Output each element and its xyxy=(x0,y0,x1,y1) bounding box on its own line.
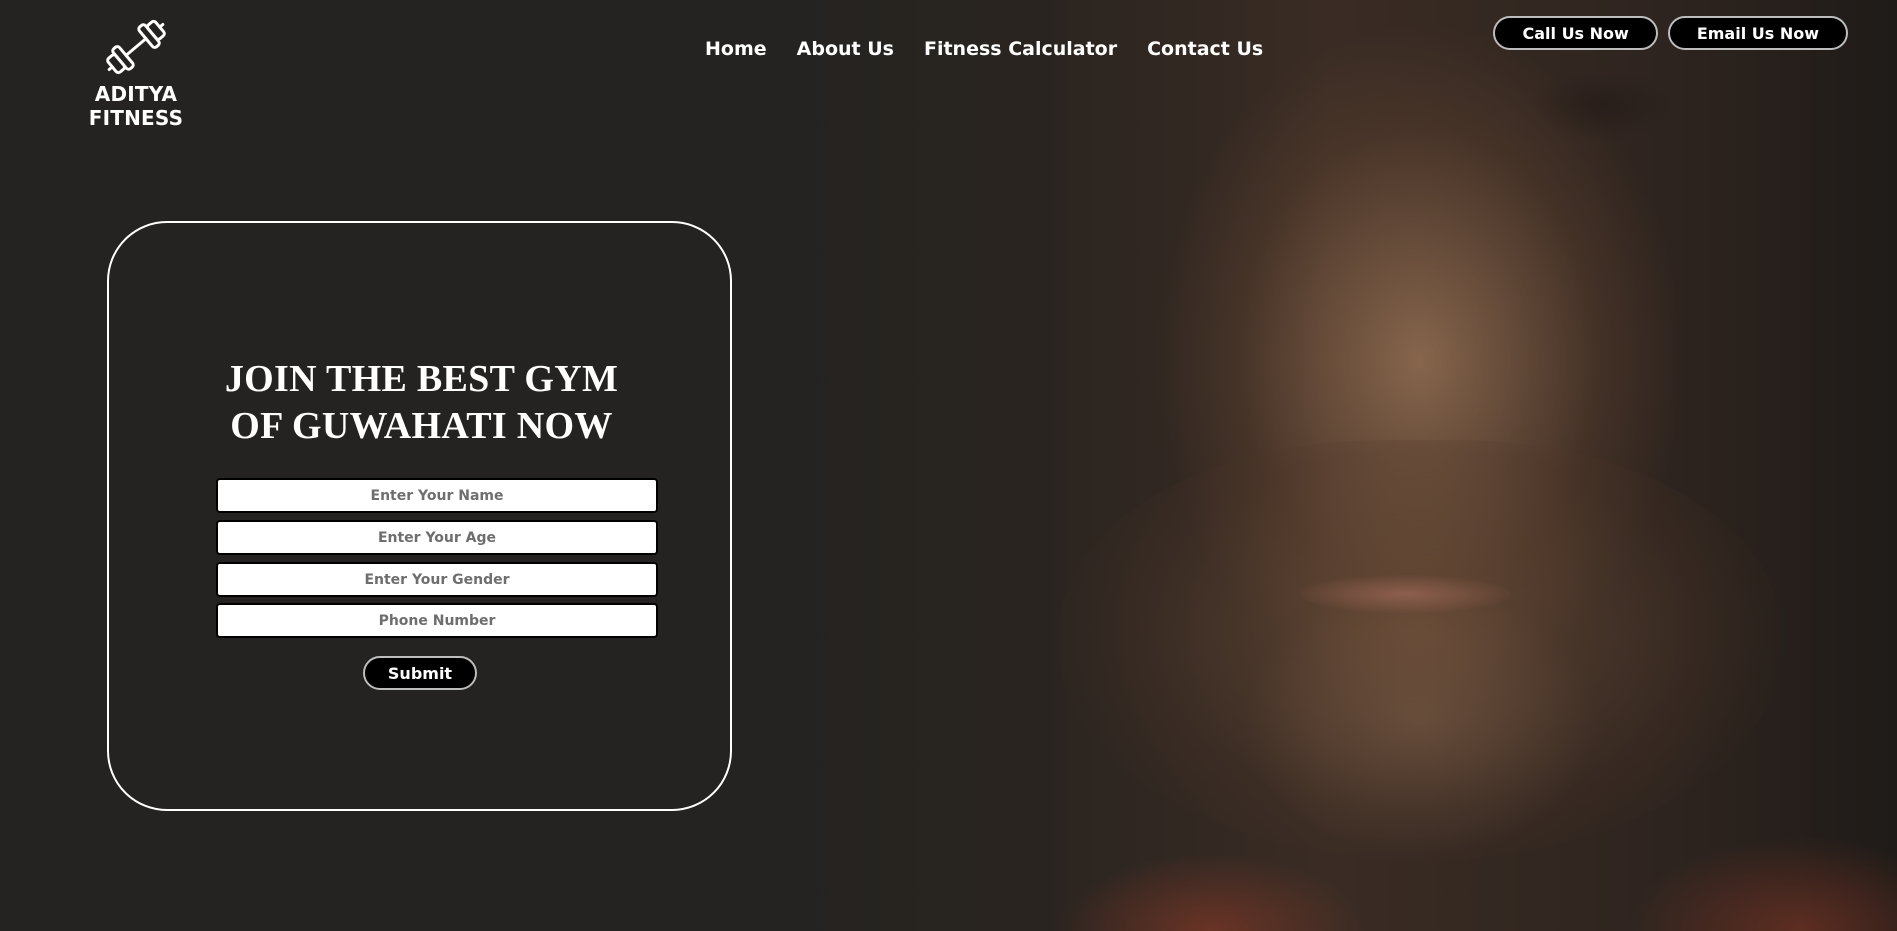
age-input[interactable] xyxy=(216,520,658,555)
submit-button[interactable]: Submit xyxy=(363,656,477,690)
form-title-line-2: OF GUWAHATI NOW xyxy=(230,405,613,447)
photo-beard-tone xyxy=(1060,440,1780,860)
nav-item-fitness-calculator[interactable]: Fitness Calculator xyxy=(924,38,1117,60)
dumbbell-icon xyxy=(46,14,226,80)
call-us-button[interactable]: Call Us Now xyxy=(1493,16,1658,50)
main-nav: Home About Us Fitness Calculator Contact… xyxy=(705,38,1263,60)
landing-page: ADITYA FITNESS Home About Us Fitness Cal… xyxy=(0,0,1897,931)
nav-item-contact-us[interactable]: Contact Us xyxy=(1147,38,1263,60)
photo-lips-tone xyxy=(1300,575,1510,613)
gender-input[interactable] xyxy=(216,562,658,597)
nav-item-home[interactable]: Home xyxy=(705,38,767,60)
site-logo[interactable]: ADITYA FITNESS xyxy=(46,14,226,130)
nav-item-about-us[interactable]: About Us xyxy=(797,38,894,60)
email-us-button[interactable]: Email Us Now xyxy=(1667,16,1848,50)
header-actions: Call Us Now Email Us Now xyxy=(1493,16,1848,50)
photo-eye-shadow xyxy=(1530,70,1680,140)
brand-name: ADITYA FITNESS xyxy=(88,82,184,130)
join-form-card: JOIN THE BEST GYM OF GUWAHATI NOW Submit xyxy=(107,221,732,811)
phone-input[interactable] xyxy=(216,603,658,638)
name-input[interactable] xyxy=(216,478,658,513)
form-title: JOIN THE BEST GYM OF GUWAHATI NOW xyxy=(109,356,734,450)
form-title-line-1: JOIN THE BEST GYM xyxy=(224,358,619,400)
